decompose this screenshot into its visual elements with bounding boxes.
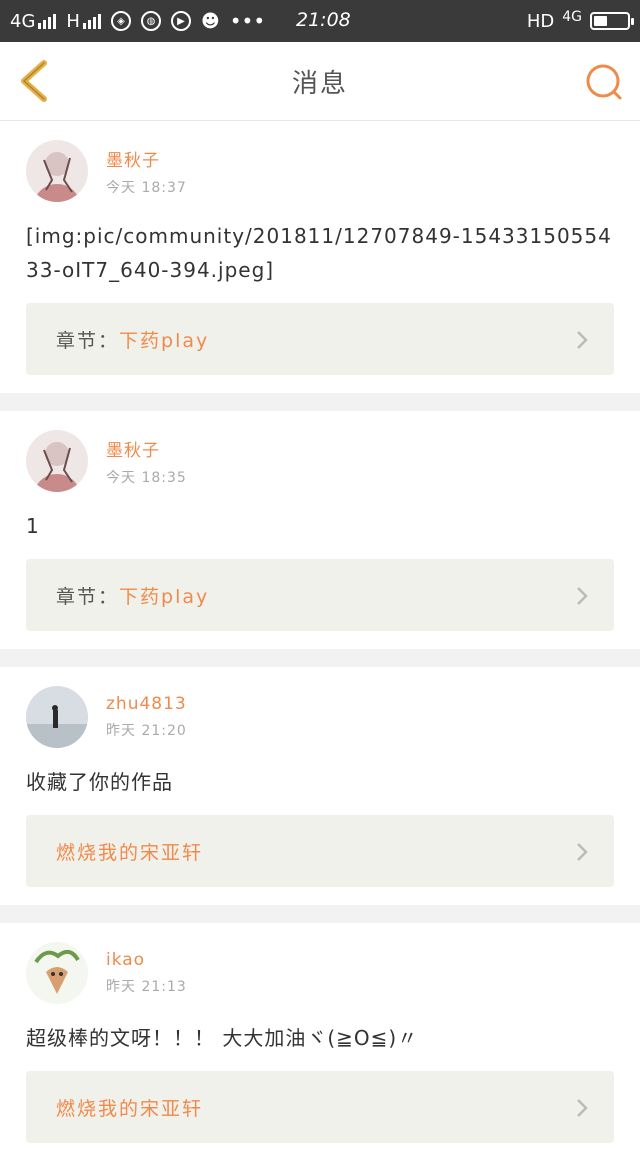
search-icon[interactable] <box>584 62 624 102</box>
header-bar: 消息 <box>0 42 640 121</box>
battery-icon <box>590 12 634 30</box>
avatar[interactable] <box>26 140 88 202</box>
avatar[interactable] <box>26 686 88 748</box>
ref-title: 下药play <box>119 329 210 352</box>
ref-title: 燃烧我的宋亚轩 <box>56 841 204 864</box>
work-link[interactable]: 燃烧我的宋亚轩 <box>26 1071 614 1143</box>
username[interactable]: ikao <box>106 950 187 970</box>
message-card[interactable]: zhu4813 昨天 21:20 收藏了你的作品 燃烧我的宋亚轩 <box>0 667 640 905</box>
avatar[interactable] <box>26 942 88 1004</box>
timestamp: 昨天 21:13 <box>106 979 187 995</box>
chevron-right-icon <box>577 843 588 861</box>
chevron-right-icon <box>577 331 588 349</box>
ref-label: 章节： <box>56 329 120 352</box>
back-arrow-icon[interactable] <box>16 58 56 104</box>
message-text: 收藏了你的作品 <box>26 770 173 794</box>
chapter-link[interactable]: 章节： 下药play <box>26 303 614 375</box>
network-type-label: 4G <box>10 10 36 32</box>
page-title: 消息 <box>291 68 348 99</box>
signal-bars-icon <box>38 13 57 29</box>
qq-icon: ☻ <box>200 10 220 32</box>
timestamp: 昨天 21:20 <box>106 723 187 739</box>
more-icon: ••• <box>229 9 266 33</box>
chevron-right-icon <box>577 587 588 605</box>
message-card[interactable]: ikao 昨天 21:13 超级棒的文呀！！！ 大大加油ヾ(≧O≦)〃 燃烧我的… <box>0 923 640 1161</box>
timestamp: 今天 18:35 <box>106 469 187 486</box>
avatar[interactable] <box>26 430 88 492</box>
timestamp: 今天 18:37 <box>106 179 187 196</box>
message-text: 超级棒的文呀！！！ 大大加油ヾ(≧O≦)〃 <box>26 1026 419 1050</box>
clock: 21:08 <box>296 9 351 31</box>
signal-bars-icon-2 <box>82 13 101 29</box>
signal-4g: 4G <box>10 10 57 32</box>
signal-h: H <box>66 11 101 32</box>
ref-label: 章节： <box>56 585 120 608</box>
hd-label: HD <box>526 10 555 32</box>
message-text: [img:pic/community/201811/12707849-15433… <box>26 224 612 282</box>
network-label-3: 4G <box>562 9 582 25</box>
battery-fill <box>594 16 607 26</box>
chapter-link[interactable]: 章节： 下药play <box>26 559 614 631</box>
status-bar: 4G H ◈ ◍ ▶ ☻ ••• 21:08 HD 4G <box>0 0 640 42</box>
globe-icon: ◍ <box>140 11 161 31</box>
play-icon: ▶ <box>170 11 191 31</box>
chevron-right-icon <box>577 1099 588 1117</box>
network-type-label-2: H <box>66 10 80 32</box>
message-card[interactable]: 墨秋子 今天 18:37 [img:pic/community/201811/1… <box>0 121 640 393</box>
ref-title: 燃烧我的宋亚轩 <box>56 1097 204 1120</box>
ref-title: 下药play <box>119 585 210 608</box>
username[interactable]: 墨秋子 <box>106 436 187 461</box>
username[interactable]: 墨秋子 <box>106 146 187 171</box>
message-text: 1 <box>26 514 40 538</box>
username[interactable]: zhu4813 <box>106 694 187 714</box>
message-card[interactable]: 墨秋子 今天 18:35 1 章节： 下药play <box>0 411 640 649</box>
work-link[interactable]: 燃烧我的宋亚轩 <box>26 815 614 887</box>
sync-icon: ◈ <box>110 11 131 31</box>
